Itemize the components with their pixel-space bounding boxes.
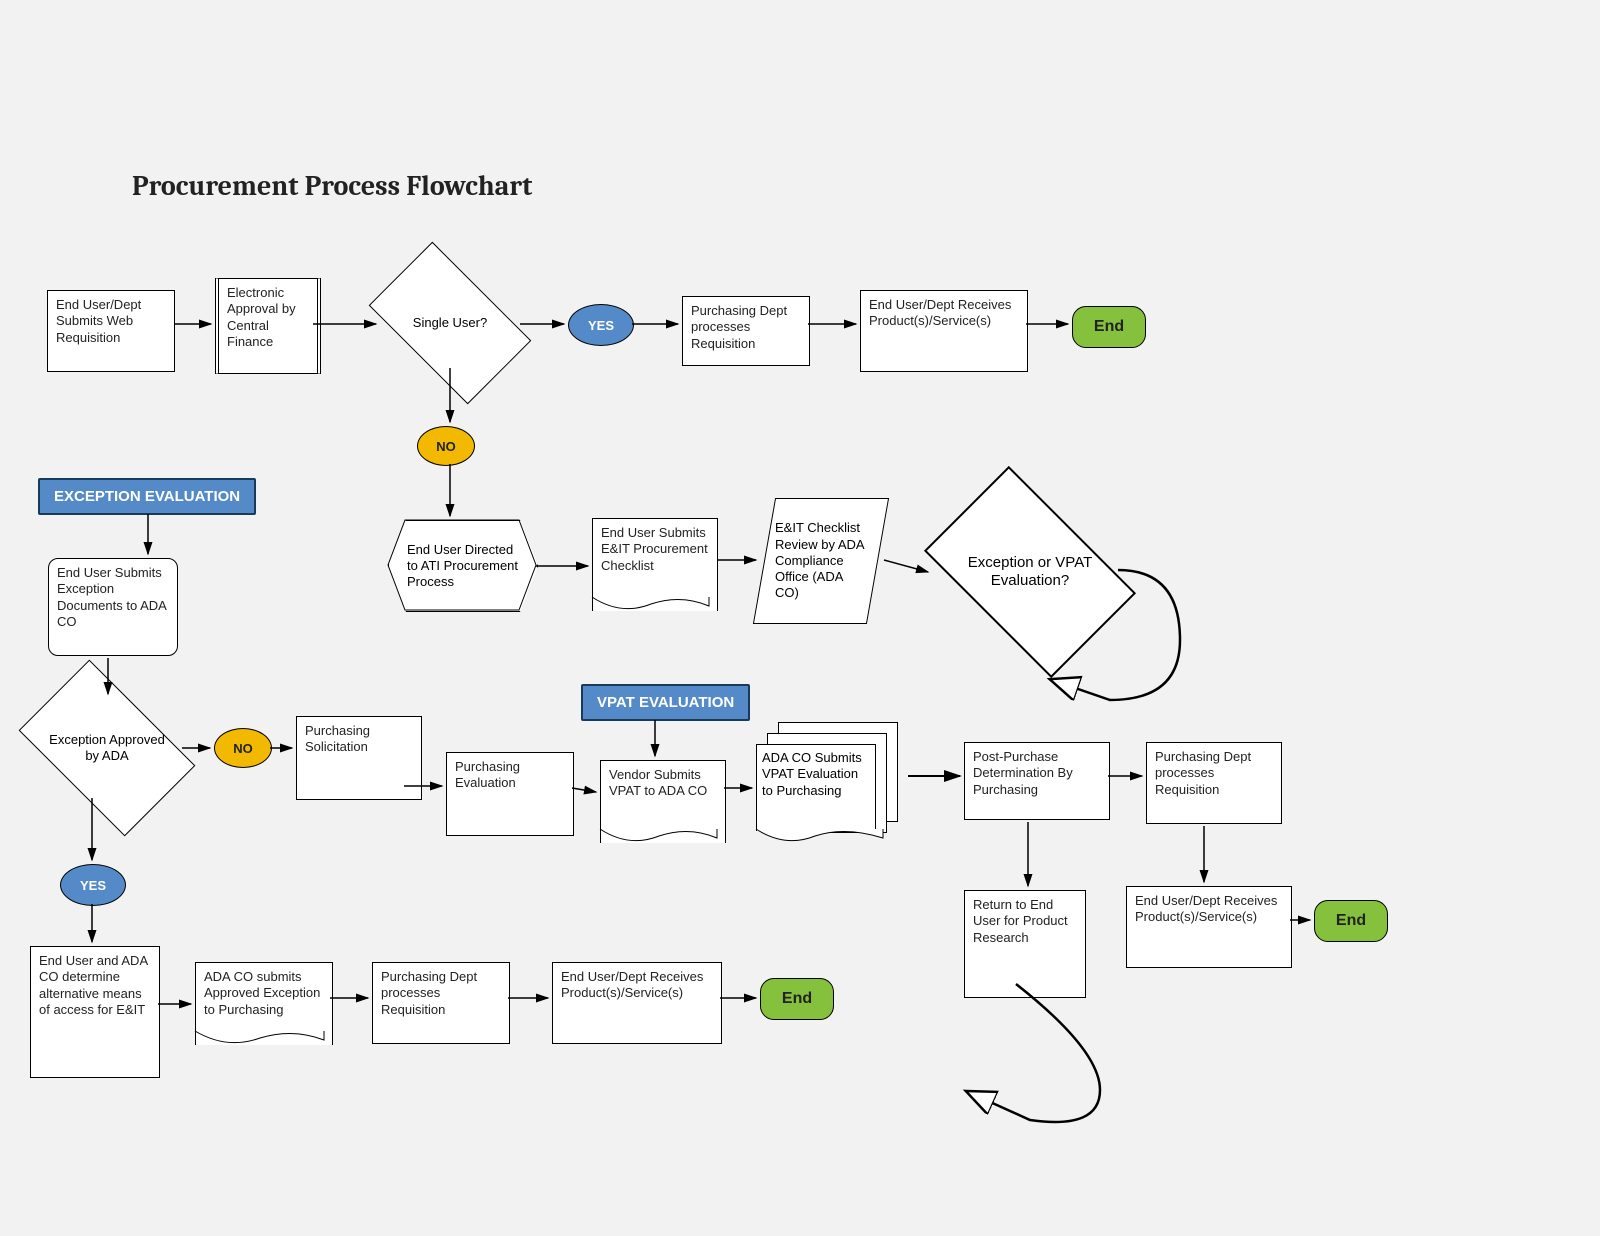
doc-eit-checklist-curve bbox=[591, 596, 711, 620]
hex-ati-outline bbox=[387, 519, 537, 611]
para-eit-review: E&IT Checklist Review by ADA Compliance … bbox=[753, 498, 889, 624]
para-eit-review-label: E&IT Checklist Review by ADA Compliance … bbox=[765, 499, 877, 623]
box-purchasing-solicitation: Purchasing Solicitation bbox=[296, 716, 422, 800]
box-purchasing-processes-2: Purchasing Dept processes Requisition bbox=[372, 962, 510, 1044]
box-post-purchase: Post-Purchase Determination By Purchasin… bbox=[964, 742, 1110, 820]
box-purchasing-processes-3: Purchasing Dept processes Requisition bbox=[1146, 742, 1282, 824]
pill-yes-exception: YES bbox=[60, 864, 126, 906]
box-exception-docs: End User Submits Exception Documents to … bbox=[48, 558, 178, 656]
doc-vendor-vpat-curve bbox=[599, 828, 719, 852]
decision-single-user-label: Single User? bbox=[380, 278, 520, 368]
doc-ada-submits-curve bbox=[194, 1030, 326, 1054]
decision-exception-or-vpat-label: Exception or VPAT Evaluation? bbox=[940, 512, 1120, 632]
box-alt-means: End User and ADA CO determine alternativ… bbox=[30, 946, 160, 1078]
decision-exception-approved: Exception Approved by ADA bbox=[32, 698, 182, 798]
header-exception-evaluation: EXCEPTION EVALUATION bbox=[38, 478, 256, 515]
multidoc-ada-vpat-label: ADA CO Submits VPAT Evaluation to Purcha… bbox=[762, 750, 868, 799]
decision-exception-approved-label: Exception Approved by ADA bbox=[32, 698, 182, 798]
pill-no-exception: NO bbox=[214, 728, 272, 768]
box-submit-web-req: End User/Dept Submits Web Requisition bbox=[47, 290, 175, 372]
pill-yes-single: YES bbox=[568, 304, 634, 346]
terminator-end-3: End bbox=[1314, 900, 1388, 942]
box-purchasing-processes: Purchasing Dept processes Requisition bbox=[682, 296, 810, 366]
box-purchasing-evaluation: Purchasing Evaluation bbox=[446, 752, 574, 836]
decision-exception-or-vpat: Exception or VPAT Evaluation? bbox=[940, 512, 1120, 632]
page-title: Procurement Process Flowchart bbox=[132, 170, 532, 202]
box-receives-products: End User/Dept Receives Product(s)/Servic… bbox=[860, 290, 1028, 372]
pill-no-single: NO bbox=[417, 426, 475, 466]
header-vpat-evaluation: VPAT EVALUATION bbox=[581, 684, 750, 721]
box-receives-products-3: End User/Dept Receives Product(s)/Servic… bbox=[1126, 886, 1292, 968]
box-electronic-approval: Electronic Approval by Central Finance bbox=[215, 278, 321, 374]
multidoc-ada-vpat: ADA CO Submits VPAT Evaluation to Purcha… bbox=[756, 722, 906, 842]
terminator-end-2: End bbox=[760, 978, 834, 1020]
box-return-to-user: Return to End User for Product Research bbox=[964, 890, 1086, 998]
box-receives-products-2: End User/Dept Receives Product(s)/Servic… bbox=[552, 962, 722, 1044]
terminator-end-1: End bbox=[1072, 306, 1146, 348]
decision-single-user: Single User? bbox=[380, 278, 520, 368]
